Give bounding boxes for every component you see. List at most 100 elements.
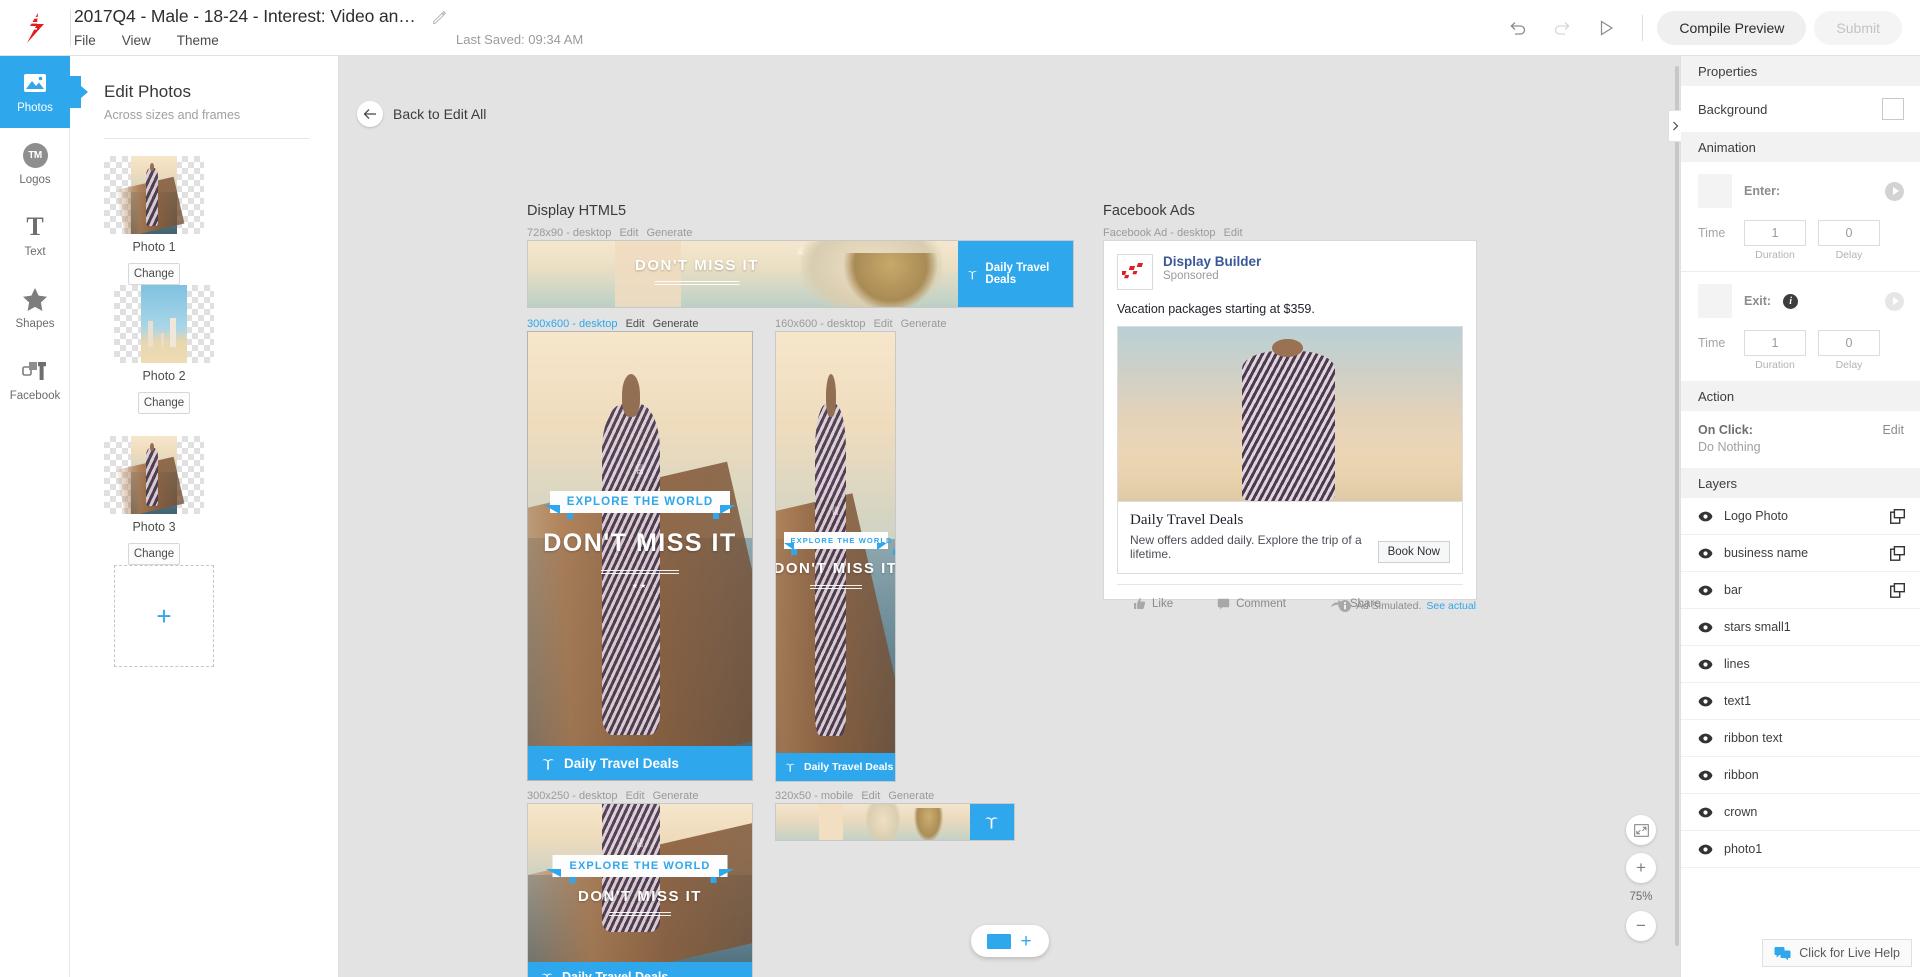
enter-animation-preview[interactable] (1698, 174, 1732, 208)
pencil-icon[interactable] (432, 10, 447, 25)
eye-icon[interactable] (1698, 548, 1713, 559)
add-canvas-button[interactable]: + (970, 925, 1049, 957)
change-photo-button[interactable]: Change (128, 263, 180, 285)
app-logo[interactable] (0, 0, 70, 56)
redo-button[interactable] (1540, 6, 1584, 50)
exit-duration-input[interactable] (1744, 330, 1806, 356)
layer-row-stars-small1[interactable]: stars small1 (1681, 609, 1920, 646)
ad-preview-300x600[interactable]: ♕ EXPLORE THE WORLD DON'T MISS IT ★★ Dai… (527, 331, 753, 781)
layer-row-crown[interactable]: crown (1681, 794, 1920, 831)
photo-thumbnail[interactable] (104, 436, 204, 514)
ad-preview-160x600[interactable]: ♕ EXPLORE THE WORLD DON'T MISS IT Daily … (775, 331, 896, 782)
duplicate-icon[interactable] (1890, 545, 1905, 561)
facebook-ad-preview[interactable]: Display Builder Sponsored Vacation packa… (1103, 240, 1477, 610)
back-to-edit-all-button[interactable]: Back to Edit All (357, 101, 486, 127)
eye-icon[interactable] (1698, 696, 1713, 707)
photo-thumbnail[interactable] (114, 285, 214, 363)
panel-collapse-handle[interactable] (69, 76, 88, 108)
eye-icon[interactable] (1698, 659, 1713, 670)
ad-preview-728x90[interactable]: ♕ DON'T MISS IT Daily Travel Deals (527, 240, 1074, 308)
layer-row-lines[interactable]: lines (1681, 646, 1920, 683)
preview-play-button[interactable] (1584, 6, 1628, 50)
crown-icon: ♕ (795, 246, 806, 258)
eye-icon[interactable] (1698, 807, 1713, 818)
zoom-in-button[interactable]: + (1626, 853, 1656, 883)
ad-generate-link[interactable]: Generate (646, 227, 692, 239)
photo-thumbnail[interactable] (104, 156, 204, 234)
enter-label: Enter: (1744, 184, 1781, 198)
ad-generate-link[interactable]: Generate (901, 318, 947, 330)
layer-row-ribbon[interactable]: ribbon (1681, 757, 1920, 794)
change-photo-button[interactable]: Change (138, 392, 190, 414)
fb-header: Display Builder Sponsored (1104, 241, 1476, 294)
add-photo-button[interactable]: + (114, 565, 214, 667)
ad-edit-link[interactable]: Edit (619, 227, 638, 239)
sidebar-item-facebook[interactable]: Facebook (0, 344, 70, 416)
layer-row-text1[interactable]: text1 (1681, 683, 1920, 720)
action-edit-link[interactable]: Edit (1882, 423, 1904, 454)
enter-duration-input[interactable] (1744, 220, 1806, 246)
fb-comment-action[interactable]: Comment (1217, 597, 1286, 610)
layer-row-logo-photo[interactable]: Logo Photo (1681, 498, 1920, 535)
enter-delay-input[interactable] (1818, 220, 1880, 246)
live-help-button[interactable]: Click for Live Help (1762, 939, 1912, 967)
add-canvas-plus: + (1020, 930, 1032, 952)
ad-edit-link[interactable]: Edit (874, 318, 893, 330)
fb-edit-link[interactable]: Edit (1224, 227, 1243, 239)
sidebar-item-shapes[interactable]: Shapes (0, 272, 70, 344)
ad-edit-link[interactable]: Edit (861, 790, 880, 802)
exit-animation-preview[interactable] (1698, 284, 1732, 318)
eye-icon[interactable] (1698, 585, 1713, 596)
info-icon[interactable]: i (1783, 293, 1799, 309)
fit-screen-button[interactable] (1626, 815, 1656, 845)
change-photo-button[interactable]: Change (128, 543, 180, 565)
layer-row-photo1[interactable]: photo1 (1681, 831, 1920, 868)
eye-icon[interactable] (1698, 770, 1713, 781)
ad-edit-link[interactable]: Edit (626, 790, 645, 802)
menu-file[interactable]: File (74, 33, 96, 48)
eye-icon[interactable] (1698, 622, 1713, 633)
ad-generate-link[interactable]: Generate (653, 318, 699, 330)
layer-row-bar[interactable]: bar (1681, 572, 1920, 609)
layer-name: text1 (1724, 694, 1752, 708)
sidebar-item-photos[interactable]: Photos (0, 56, 70, 128)
eye-icon[interactable] (1698, 844, 1713, 855)
ad-generate-link[interactable]: Generate (653, 790, 699, 802)
background-color-swatch[interactable] (1882, 98, 1904, 120)
ad-brand-label: Daily Travel Deals (564, 755, 679, 771)
background-label: Background (1698, 101, 1768, 117)
exit-delay-input[interactable] (1818, 330, 1880, 356)
menu-view[interactable]: View (122, 33, 151, 48)
sidebar-item-text[interactable]: T Text (0, 200, 70, 272)
see-actual-link[interactable]: See actual (1426, 600, 1476, 612)
sidebar-item-logos[interactable]: TM Logos (0, 128, 70, 200)
zoom-out-button[interactable]: − (1626, 911, 1656, 941)
layer-row-ribbon-text[interactable]: ribbon text (1681, 720, 1920, 757)
submit-button[interactable]: Submit (1814, 11, 1902, 45)
fb-ad-image[interactable] (1117, 326, 1463, 502)
eye-icon[interactable] (1698, 733, 1713, 744)
ad-edit-link[interactable]: Edit (626, 318, 645, 330)
enter-play-button[interactable] (1885, 181, 1904, 201)
fb-cta-button[interactable]: Book Now (1377, 541, 1450, 563)
background-row: Background (1681, 86, 1920, 132)
exit-play-button[interactable] (1885, 291, 1904, 311)
duplicate-icon[interactable] (1890, 508, 1905, 524)
ad-brand-label: Daily Travel Deals (562, 970, 669, 977)
ad-preview-300x250[interactable]: ♕ EXPLORE THE WORLD DON'T MISS IT Daily … (527, 803, 753, 977)
menu-theme[interactable]: Theme (177, 33, 219, 48)
duplicate-icon[interactable] (1890, 582, 1905, 598)
divider-lines (654, 281, 740, 285)
eye-icon[interactable] (1698, 511, 1713, 522)
ad-brand-bar: Daily Travel Deals (528, 746, 752, 780)
ad-generate-link[interactable]: Generate (888, 790, 934, 802)
fb-like-action[interactable]: Like (1133, 597, 1173, 610)
canvas-scroll-thumb[interactable] (1675, 66, 1679, 946)
properties-collapse-handle[interactable] (1668, 110, 1681, 142)
fb-page-name[interactable]: Display Builder (1163, 254, 1261, 269)
ad-preview-320x50[interactable] (775, 803, 1015, 841)
layer-row-business-name[interactable]: business name (1681, 535, 1920, 572)
compile-preview-button[interactable]: Compile Preview (1657, 11, 1807, 45)
undo-button[interactable] (1496, 6, 1540, 50)
layers-list: Logo Photo business name bar stars small… (1681, 498, 1920, 868)
